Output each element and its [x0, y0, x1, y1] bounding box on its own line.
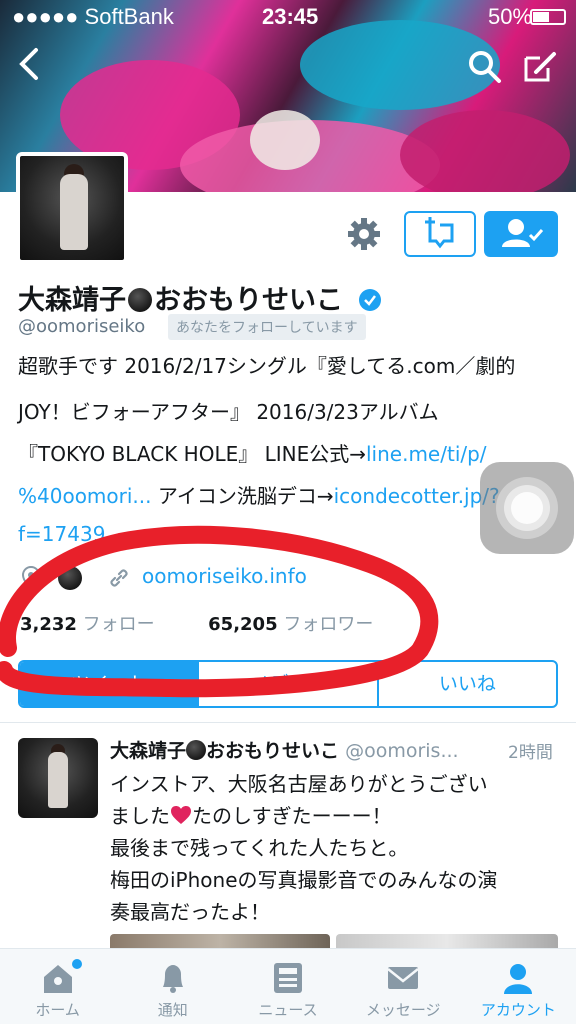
nav-label: 通知	[157, 1001, 188, 1019]
profile-tabs: ツイート メディア いいね	[18, 660, 558, 708]
following-count[interactable]: 3,232 フォロー	[20, 614, 155, 635]
person-check-icon	[502, 219, 544, 247]
tab-tweets[interactable]: ツイート	[20, 662, 200, 706]
back-button[interactable]	[10, 44, 50, 84]
profile-avatar[interactable]	[16, 152, 128, 264]
tweet-text-line: 奏最高だったよ！	[110, 900, 270, 924]
compose-icon	[524, 52, 556, 82]
bio-link[interactable]: line.me/ti/p/	[366, 442, 487, 466]
tweet-author-name[interactable]: 大森靖子 おおもりせいこ	[110, 740, 339, 762]
tweet-text-line: ました たのしすぎたーーー！	[110, 804, 392, 828]
website-link[interactable]: oomoriseiko.info	[142, 564, 307, 588]
bio-link[interactable]: f=17439	[18, 522, 105, 546]
following-button[interactable]	[484, 211, 558, 257]
search-button[interactable]	[466, 48, 502, 84]
nav-label: ホーム	[35, 1001, 80, 1019]
chevron-left-icon	[19, 48, 38, 80]
link-icon	[110, 569, 128, 587]
news-icon	[274, 963, 302, 993]
profile-handle: @oomoriseiko	[18, 316, 146, 337]
nav-notifications[interactable]: 通知	[115, 949, 230, 1024]
home-icon	[43, 965, 72, 993]
tweet-text-line: 最後まで残ってくれた人たちと。	[110, 836, 409, 860]
bio-line: 『TOKYO BLACK HOLE』 LINE公式→line.me/ti/p/	[18, 442, 487, 466]
status-bar: ●●●●● SoftBank 23:45 50%	[0, 0, 576, 34]
battery-icon	[530, 9, 566, 25]
clock: 23:45	[262, 4, 319, 29]
tweet-text-line: 梅田のiPhoneの写真撮影音でのみんなの演	[110, 868, 498, 892]
follow-counts: 3,232 フォロー 65,205 フォロワー	[20, 610, 373, 636]
nav-messages[interactable]: メッセージ	[346, 949, 461, 1024]
followers-count[interactable]: 65,205 フォロワー	[208, 614, 373, 635]
tab-media[interactable]: メディア	[199, 662, 379, 706]
carrier-label: ●●●●● SoftBank	[12, 4, 174, 29]
settings-button[interactable]	[344, 214, 384, 254]
compose-button[interactable]	[522, 48, 558, 84]
black-circle-emoji	[128, 288, 152, 312]
bottom-tab-bar: ホーム 通知 ニュース メッセージ アカウント	[0, 948, 576, 1024]
tweet-header: 大森靖子 おおもりせいこ @oomoris...	[110, 736, 566, 763]
name-text-kana: おおもりせいこ	[154, 285, 343, 316]
bio-line: 超歌手です 2016/2/17シングル『愛してる.com／劇的	[18, 354, 516, 378]
black-circle-emoji	[58, 566, 82, 590]
tab-likes[interactable]: いいね	[379, 662, 556, 706]
assistive-touch-button[interactable]	[480, 462, 574, 554]
direct-message-button[interactable]	[404, 211, 476, 257]
name-text: 大森靖子	[18, 285, 126, 316]
unread-dot	[72, 959, 82, 969]
envelope-icon	[387, 967, 419, 989]
battery-percent: 50%	[488, 4, 533, 29]
bio-link[interactable]: icondecotter.jp/?	[334, 484, 500, 508]
person-icon	[504, 964, 533, 994]
nav-label: メッセージ	[365, 1001, 441, 1019]
nav-home[interactable]: ホーム	[0, 949, 115, 1024]
message-plus-icon	[425, 217, 454, 249]
follows-you-badge: あなたをフォローしています	[168, 314, 366, 340]
verified-badge-icon	[359, 289, 382, 311]
bio-link[interactable]: %40oomori...	[18, 484, 152, 508]
location-pin-icon	[22, 566, 40, 590]
profile-meta: oomoriseiko.info	[22, 564, 422, 590]
heart-emoji-icon	[171, 806, 191, 824]
nav-news[interactable]: ニュース	[230, 949, 345, 1024]
tweet-author-handle: @oomoris...	[345, 740, 459, 762]
tweet-avatar[interactable]	[18, 738, 98, 818]
tweet-text-line: インストア、大阪名古屋ありがとうござい	[110, 772, 488, 796]
divider	[0, 722, 576, 723]
nav-label: アカウント	[480, 1001, 556, 1019]
nav-account[interactable]: アカウント	[461, 949, 576, 1024]
bio-line: JOY！ビフォーアフター』 2016/3/23アルバム	[18, 400, 439, 424]
tweet-timestamp: 2時間	[508, 743, 553, 763]
search-icon	[469, 51, 501, 83]
nav-label: ニュース	[258, 1001, 318, 1019]
black-circle-emoji	[186, 740, 207, 760]
bell-icon	[162, 965, 183, 993]
gear-icon	[348, 218, 380, 250]
profile-name: 大森靖子 おおもりせいこ	[18, 278, 382, 317]
